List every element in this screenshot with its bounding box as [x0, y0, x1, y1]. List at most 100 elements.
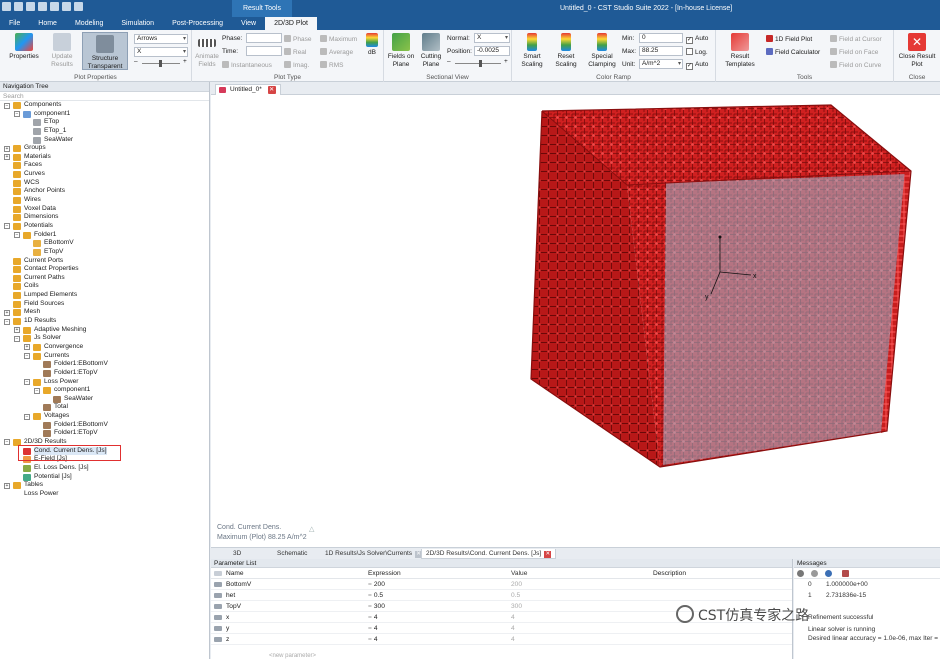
tree-item[interactable]: Dimensions: [0, 213, 209, 222]
collapse-toggle-icon[interactable]: −: [24, 353, 30, 360]
min-input[interactable]: 0: [639, 33, 683, 43]
save-as-icon[interactable]: [38, 2, 47, 11]
expand-toggle-icon[interactable]: +: [4, 309, 10, 316]
normal-dropdown[interactable]: X ▾: [474, 33, 510, 43]
clear-icon[interactable]: [797, 570, 804, 577]
field-on-face-button[interactable]: Field on Face: [830, 48, 878, 56]
tree-item[interactable]: ETop_1: [0, 127, 209, 136]
update-results-button[interactable]: Update Results: [44, 33, 80, 68]
reset-scaling-button[interactable]: Reset Scaling: [550, 33, 582, 68]
animate-fields-button[interactable]: Animate Fields: [194, 33, 220, 68]
parameter-name[interactable]: TopV: [226, 601, 241, 612]
tree-item[interactable]: Contact Properties: [0, 265, 209, 274]
parameter-row[interactable]: BottomV = 200 200: [211, 579, 792, 590]
field-on-curve-button[interactable]: Field on Curve: [830, 61, 881, 69]
col-expression[interactable]: Expression: [368, 568, 401, 579]
tree-item[interactable]: − Voltages: [0, 412, 209, 421]
tree-item[interactable]: − Currents: [0, 352, 209, 361]
redo-icon[interactable]: [74, 2, 83, 11]
tab-view[interactable]: View: [232, 17, 265, 30]
time-input[interactable]: [246, 46, 282, 56]
tab-post-processing[interactable]: Post-Processing: [163, 17, 232, 30]
tree-item[interactable]: − Js Solver: [0, 334, 209, 343]
3d-viewport[interactable]: x y Cond. Current Dens. Maximum (Plot) 8…: [211, 95, 940, 547]
instantaneous-toggle[interactable]: Instantaneous: [222, 61, 272, 69]
tree-item[interactable]: Folder1:ETopV: [0, 369, 209, 378]
warning-filter-icon[interactable]: [811, 570, 818, 577]
plot-mode-dropdown[interactable]: Arrows ▾: [134, 34, 188, 44]
col-value[interactable]: Value: [511, 568, 527, 579]
tree-item[interactable]: Loss Power: [0, 490, 209, 499]
auto-min-checkbox[interactable]: ✓ Auto: [686, 35, 708, 44]
tree-item[interactable]: Wires: [0, 196, 209, 205]
parameter-expression[interactable]: = 4: [368, 623, 378, 634]
expand-toggle-icon[interactable]: +: [24, 344, 30, 351]
field-calculator-button[interactable]: Field Calculator: [766, 48, 820, 56]
log-checkbox[interactable]: Log.: [686, 48, 708, 56]
tab-simulation[interactable]: Simulation: [112, 17, 163, 30]
tab-modeling[interactable]: Modeling: [66, 17, 112, 30]
parameter-expression[interactable]: = 300: [368, 601, 385, 612]
tree-item[interactable]: Current Ports: [0, 257, 209, 266]
phase-toggle[interactable]: Phase: [284, 35, 311, 43]
slider-thumb[interactable]: [159, 60, 162, 67]
tree-item[interactable]: Folder1:EBottomV: [0, 421, 209, 430]
tree-item[interactable]: SeaWater: [0, 395, 209, 404]
parameter-row[interactable]: z = 4 4: [211, 634, 792, 645]
tree-item[interactable]: ETopV: [0, 248, 209, 257]
tree-item[interactable]: + Adaptive Meshing: [0, 326, 209, 335]
tree-item[interactable]: − Components: [0, 101, 209, 110]
open-folder-icon[interactable]: [14, 2, 23, 11]
tab-home[interactable]: Home: [29, 17, 66, 30]
parameter-row[interactable]: het = 0.5 0.5: [211, 590, 792, 601]
result-templates-button[interactable]: Result Templates: [722, 33, 758, 68]
slider-thumb[interactable]: [479, 60, 482, 67]
undo-icon[interactable]: [62, 2, 71, 11]
flag-icon[interactable]: [842, 570, 849, 577]
new-parameter-row[interactable]: <new parameter>: [269, 653, 316, 659]
tree-search-input[interactable]: Search: [0, 92, 209, 101]
parameter-expression[interactable]: = 4: [368, 612, 378, 623]
collapse-toggle-icon[interactable]: −: [4, 102, 10, 109]
tree-item[interactable]: Curves: [0, 170, 209, 179]
parameter-expression[interactable]: = 4: [368, 634, 378, 645]
field-at-cursor-button[interactable]: Field at Cursor: [830, 35, 882, 43]
tree-item[interactable]: + Tables: [0, 481, 209, 490]
collapse-toggle-icon[interactable]: −: [24, 413, 30, 420]
structure-transparent-button[interactable]: Structure Transparent: [82, 32, 128, 70]
collapse-toggle-icon[interactable]: −: [14, 111, 20, 118]
tab-1d-currents[interactable]: 1D Results\Js Solver\Currents ✕: [321, 549, 426, 559]
unit-dropdown[interactable]: A/m^2 ▾: [639, 59, 683, 69]
parameter-expression[interactable]: = 200: [368, 579, 385, 590]
tree-item[interactable]: Folder1:EBottomV: [0, 360, 209, 369]
position-input[interactable]: -0.0025: [474, 46, 510, 56]
expand-toggle-icon[interactable]: +: [14, 327, 20, 334]
tree-item[interactable]: − Potentials: [0, 222, 209, 231]
db-button[interactable]: dB: [364, 33, 380, 57]
tree-item[interactable]: Lumped Elements: [0, 291, 209, 300]
tree-item[interactable]: − component1: [0, 110, 209, 119]
tree-item[interactable]: − Loss Power: [0, 378, 209, 387]
collapse-toggle-icon[interactable]: −: [34, 387, 40, 394]
expand-toggle-icon[interactable]: +: [4, 145, 10, 152]
info-filter-icon[interactable]: [825, 570, 832, 577]
tree-item[interactable]: SeaWater: [0, 136, 209, 145]
tree-item[interactable]: Coils: [0, 282, 209, 291]
tree-item[interactable]: EBottomV: [0, 239, 209, 248]
tree-item[interactable]: Potential [Js]: [0, 473, 209, 482]
tree-item[interactable]: Voxel Data: [0, 205, 209, 214]
tree-item[interactable]: El. Loss Dens. [Js]: [0, 464, 209, 473]
tree-item[interactable]: Field Sources: [0, 300, 209, 309]
save-icon[interactable]: [26, 2, 35, 11]
tree-item[interactable]: Faces: [0, 161, 209, 170]
tree-item[interactable]: WCS: [0, 179, 209, 188]
tab-2d3d-plot[interactable]: 2D/3D Plot: [265, 17, 317, 30]
max-input[interactable]: 88.25: [639, 46, 683, 56]
tab-file[interactable]: File: [0, 17, 29, 30]
tree-item[interactable]: Anchor Points: [0, 187, 209, 196]
parameter-name[interactable]: BottomV: [226, 579, 251, 590]
tree-item[interactable]: − 1D Results: [0, 317, 209, 326]
tree-item[interactable]: Current Paths: [0, 274, 209, 283]
fields-on-plane-button[interactable]: Fields on Plane: [386, 33, 416, 68]
parameter-name[interactable]: x: [226, 612, 229, 623]
